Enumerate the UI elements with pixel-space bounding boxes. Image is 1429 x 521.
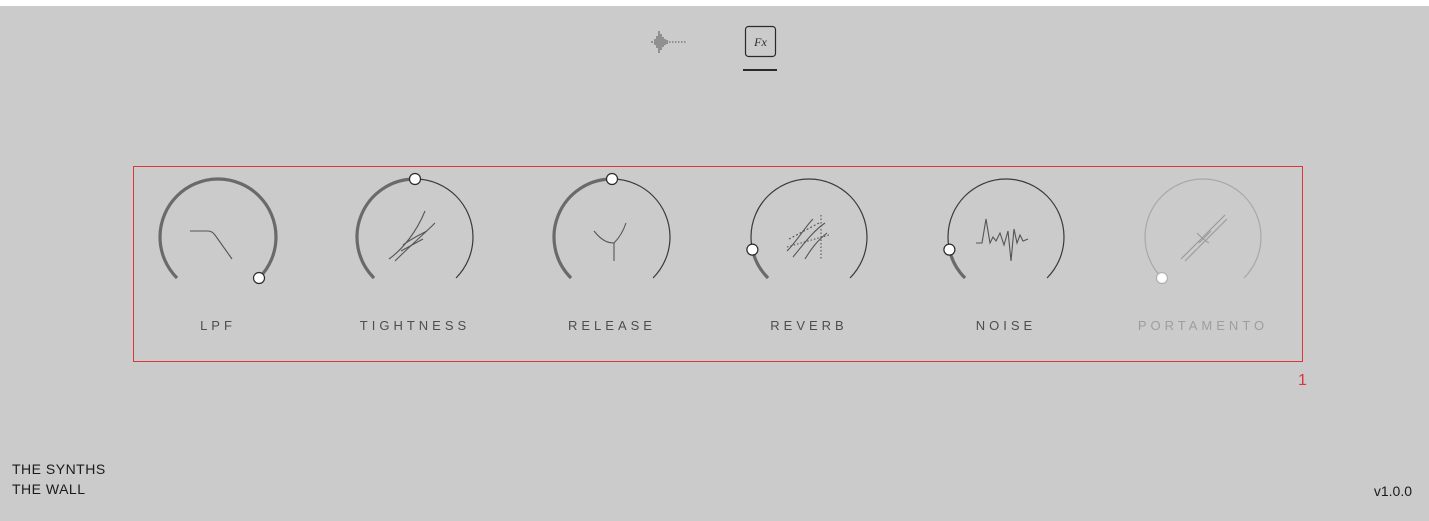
release-icon [593, 222, 627, 261]
knob-portamento: PORTAMENTO [1128, 152, 1278, 342]
fx-icon: Fx [744, 25, 777, 58]
knob-reverb-dial [746, 178, 868, 280]
knob-handle [408, 172, 422, 186]
knob-label: REVERB [770, 318, 848, 333]
highlight-index-label: 1 [1298, 372, 1307, 389]
knob-handle [746, 243, 759, 256]
knob-reverb[interactable]: REVERB [734, 152, 884, 342]
knob-release-dial [552, 172, 671, 280]
knob-handle [252, 271, 266, 285]
tab-waveform[interactable] [640, 28, 690, 56]
knob-label: RELEASE [568, 318, 656, 333]
knob-lpf[interactable]: LPF [143, 152, 293, 342]
knob-label: TIGHTNESS [359, 318, 471, 333]
tightness-icon [388, 210, 436, 262]
svg-text:Fx: Fx [753, 35, 767, 49]
portamento-icon [1180, 214, 1228, 262]
knob-tightness-dial [355, 172, 474, 280]
knob-value-arc [158, 177, 278, 280]
knob-label: LPF [200, 318, 236, 333]
knob-handle [943, 243, 956, 256]
reverb-icon [786, 215, 830, 260]
knob-lpf-dial [158, 177, 278, 285]
lowpass-filter-icon [190, 230, 233, 260]
plugin-window: Fx 1 LPF TIGHTNESS RELEASE REVERB NOISE PORTA… [0, 6, 1429, 521]
knob-tightness[interactable]: TIGHTNESS [340, 152, 490, 342]
knob-portamento-dial [1144, 178, 1262, 285]
footer-product: THE WALL [12, 481, 86, 497]
knob-handle [605, 172, 619, 186]
knob-value-arc [552, 177, 613, 280]
knob-track [947, 178, 1065, 279]
knob-noise-dial [943, 178, 1065, 280]
knob-label: PORTAMENTO [1137, 318, 1269, 333]
knob-handle [1155, 271, 1169, 285]
knob-track [750, 178, 868, 279]
knob-value-arc [355, 177, 416, 280]
footer-company: THE SYNTHS [12, 461, 106, 477]
tab-fx[interactable]: Fx [740, 24, 780, 74]
knob-label: NOISE [975, 318, 1037, 333]
knob-noise[interactable]: NOISE [931, 152, 1081, 342]
noise-icon [976, 218, 1029, 262]
waveform-icon [651, 31, 687, 53]
version-label: v1.0.0 [1373, 483, 1412, 499]
knob-release[interactable]: RELEASE [537, 152, 687, 342]
knob-track [1144, 178, 1262, 279]
active-tab-indicator [743, 69, 777, 71]
